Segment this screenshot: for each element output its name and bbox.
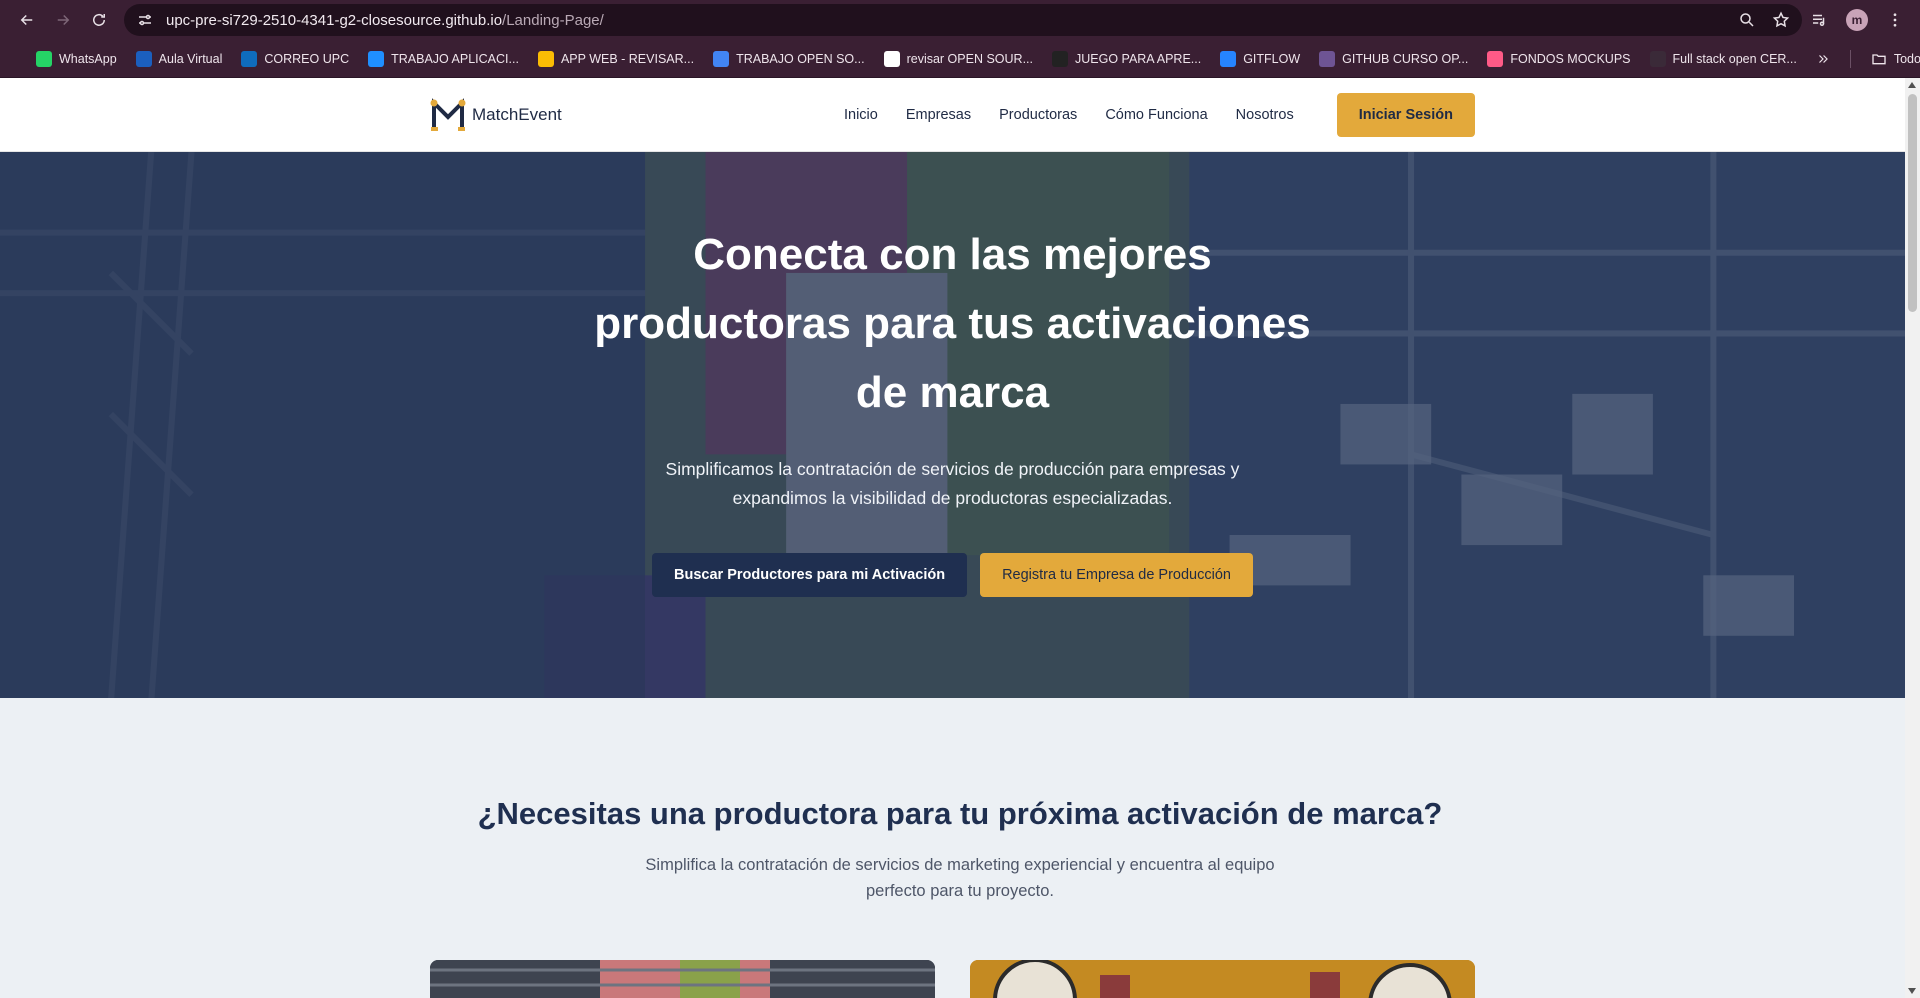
bookmark-item[interactable]: CORREO UPC [241,50,350,67]
bookmark-item[interactable]: TRABAJO OPEN SO... [713,50,865,67]
bookmark-favicon-icon [537,50,554,67]
bookmark-label: FONDOS MOCKUPS [1510,51,1631,66]
bookmark-list: WhatsApp Aula Virtual CORREO UPC TRABAJO AP… [36,50,1816,67]
bookmarks-bar: WhatsApp Aula Virtual CORREO UPC TRABAJO AP… [0,40,1920,78]
scroll-up-icon[interactable] [1908,82,1916,88]
page-viewport: MatchEvent Inicio Empresas Productoras C… [0,78,1920,998]
hero-content: Conecta con las mejores productoras para… [0,220,1905,597]
card-image-left [430,960,935,998]
all-bookmarks-button[interactable]: Todos los favoritos [1871,51,1920,67]
card-image-right [970,960,1475,998]
login-button[interactable]: Iniciar Sesión [1336,92,1475,137]
site-header: MatchEvent Inicio Empresas Productoras C… [0,78,1920,152]
folder-icon [1872,53,1886,64]
bookmark-favicon-icon [1319,50,1336,67]
find-producers-button[interactable]: Buscar Productores para mi Activación [652,553,968,597]
star-icon[interactable] [1772,11,1790,29]
arrow-left-icon [20,14,33,26]
bookmark-label: GITHUB CURSO OP... [1342,51,1469,66]
nav-como-funciona[interactable]: Cómo Funciona [1105,107,1207,123]
register-company-button[interactable]: Registra tu Empresa de Producción [980,553,1253,597]
site-logo[interactable]: MatchEvent [430,97,562,133]
forward-button[interactable] [46,3,80,37]
bookmark-label: Full stack open CER... [1672,51,1797,66]
bookmark-label: revisar OPEN SOUR... [906,51,1033,66]
bookmark-label: CORREO UPC [264,51,350,66]
bookmark-favicon-icon [36,50,52,67]
more-menu-icon[interactable] [1886,11,1904,29]
bookmark-label: APP WEB - REVISAR... [560,51,695,66]
media-control-icon[interactable] [1810,11,1828,29]
bookmark-item[interactable]: JUEGO PARA APRE... [1052,50,1202,67]
hero-subtitle: Simplificamos la contratación de servici… [665,459,1240,508]
main-nav: Inicio Empresas Productoras Cómo Funcion… [844,107,1294,123]
bookmark-item[interactable]: GITHUB CURSO OP... [1319,50,1469,67]
bookmark-label: GITFLOW [1243,51,1301,66]
bookmark-favicon-icon [713,50,730,67]
feature-card-left[interactable] [430,960,935,998]
address-bar[interactable]: upc-pre-si729-2510-4341-g2-closesource.g… [124,4,1802,36]
zoom-icon[interactable] [1738,11,1756,29]
all-bookmarks-label: Todos los favoritos [1893,51,1920,66]
site-settings-icon[interactable] [136,11,154,29]
bookmark-item[interactable]: TRABAJO APLICACI... [368,50,519,67]
bookmark-favicon-icon [883,50,900,67]
section-subtitle: Simplifica la contratación de servicios … [645,856,1275,900]
bookmark-label: JUEGO PARA APRE... [1075,51,1202,66]
bookmark-item[interactable]: APP WEB - REVISAR... [537,50,695,67]
bookmark-item[interactable]: Full stack open CER... [1649,50,1797,67]
section-title: ¿Necesitas una productora para tu próxim… [477,796,1443,831]
bookmark-favicon-icon [241,50,258,67]
bookmark-item[interactable]: FONDOS MOCKUPS [1487,50,1631,67]
bookmark-favicon-icon [1220,50,1237,67]
bookmark-item[interactable]: revisar OPEN SOUR... [883,50,1033,67]
bookmark-favicon-icon [1052,50,1068,67]
arrow-right-icon [57,14,70,26]
reload-icon [93,13,105,26]
url-path: /Landing-Page/ [502,11,604,29]
nav-nosotros[interactable]: Nosotros [1236,107,1294,123]
hero-buttons: Buscar Productores para mi Activación Re… [0,553,1905,597]
reload-button[interactable] [82,3,116,37]
chevron-double-right-icon[interactable] [1816,52,1830,66]
bookmark-favicon-icon [1649,50,1666,67]
url-text: upc-pre-si729-2510-4341-g2-closesource.g… [166,12,604,29]
bookmark-item[interactable]: GITFLOW [1220,50,1301,67]
bookmark-label: WhatsApp [59,51,117,66]
scroll-thumb[interactable] [1908,94,1917,312]
nav-productoras[interactable]: Productoras [999,107,1077,123]
bookmark-item[interactable]: WhatsApp [36,50,117,67]
bookmark-label: TRABAJO APLICACI... [391,51,519,66]
bookmark-label: Aula Virtual [158,51,223,66]
url-host: upc-pre-si729-2510-4341-g2-closesource.g… [166,11,503,29]
bookmark-divider [1849,49,1851,68]
nav-inicio[interactable]: Inicio [844,107,878,123]
bookmark-favicon-icon [368,50,385,67]
page-scrollbar[interactable] [1905,78,1920,998]
logo-m-icon [430,97,466,131]
nav-empresas[interactable]: Empresas [906,107,971,123]
bookmark-item[interactable]: Aula Virtual [135,50,223,67]
feature-card-right[interactable] [970,960,1475,998]
profile-avatar[interactable]: m [1846,9,1868,31]
bookmark-label: TRABAJO OPEN SO... [736,51,865,66]
back-button[interactable] [10,3,44,37]
bookmark-favicon-icon [1487,50,1504,67]
scroll-down-icon[interactable] [1908,988,1916,994]
hero-section: Conecta con las mejores productoras para… [0,152,1920,698]
hero-title: Conecta con las mejores productoras para… [594,230,1311,417]
need-producer-section: ¿Necesitas una productora para tu próxim… [0,698,1920,998]
browser-toolbar: upc-pre-si729-2510-4341-g2-closesource.g… [0,0,1920,40]
bookmark-favicon-icon [135,50,152,67]
logo-text: MatchEvent [472,104,562,124]
